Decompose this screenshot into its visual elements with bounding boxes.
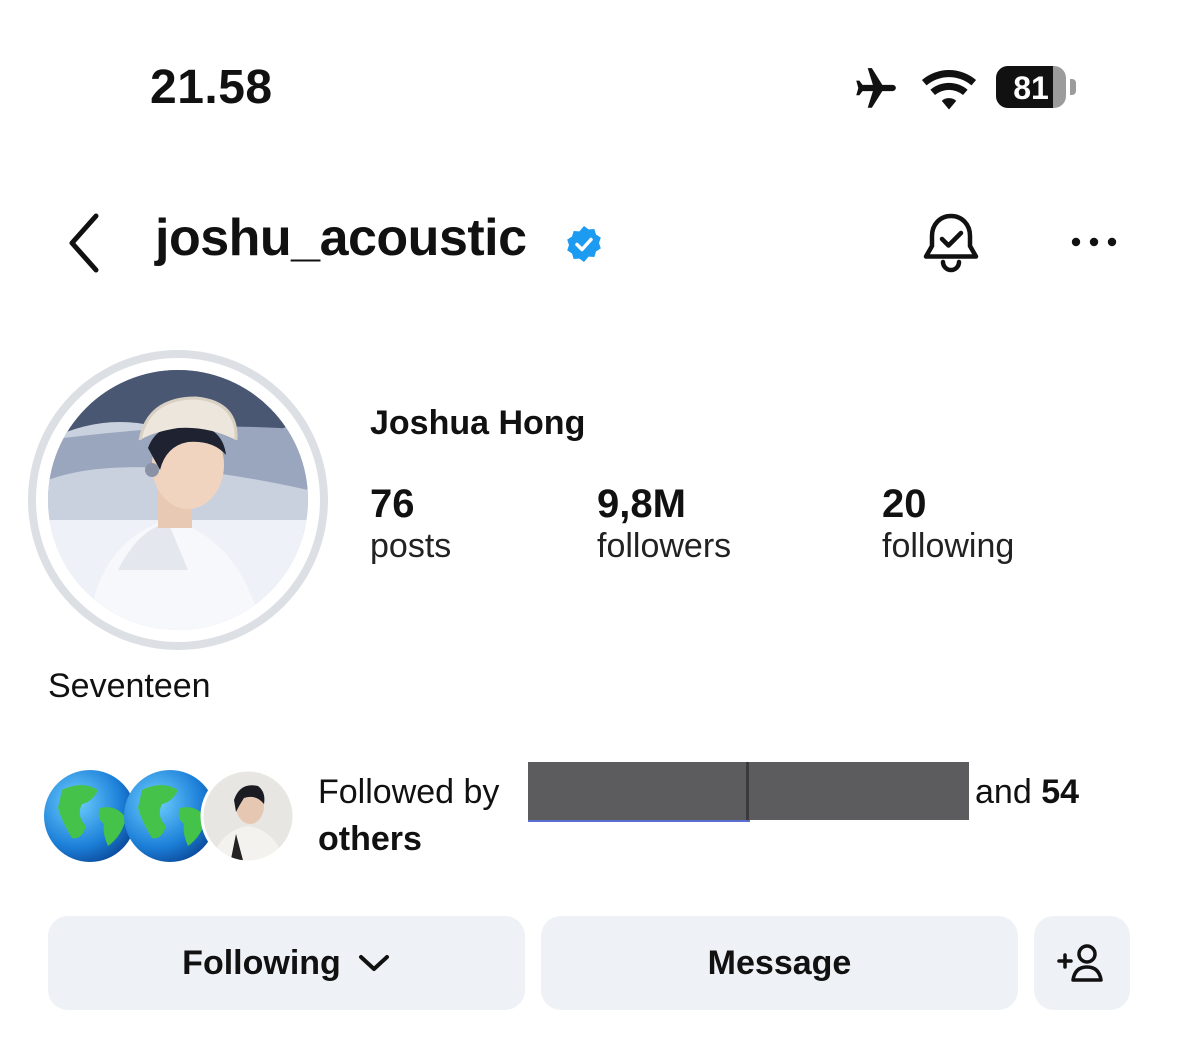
notification-bell-icon[interactable] — [916, 208, 986, 278]
followed-by-count: 54 — [1041, 773, 1080, 811]
verified-badge-icon — [567, 226, 601, 262]
followed-by-count-text[interactable]: and 54 — [975, 768, 1079, 816]
stat-followers-label: followers — [597, 527, 732, 565]
followed-by-text[interactable]: Followed by — [318, 768, 499, 816]
message-button-label: Message — [707, 943, 852, 982]
battery-cap — [1070, 79, 1076, 95]
following-button-label: Following — [182, 943, 341, 982]
avatar-photo — [48, 370, 308, 630]
message-button[interactable]: Message — [541, 916, 1018, 1010]
add-person-icon — [1057, 944, 1103, 982]
followed-by-and: and — [975, 773, 1032, 811]
profile-bio: Seventeen — [48, 667, 211, 705]
stat-following[interactable]: 20 following — [882, 482, 1014, 566]
airplane-icon — [856, 68, 896, 108]
following-button[interactable]: Following — [48, 916, 525, 1010]
stat-posts[interactable]: 76 posts — [370, 482, 451, 566]
stat-following-count: 20 — [882, 482, 927, 526]
add-person-button[interactable] — [1034, 916, 1130, 1010]
back-chevron-icon[interactable] — [62, 210, 106, 276]
followed-by-prefix: Followed by — [318, 773, 500, 811]
status-time: 21.58 — [150, 61, 273, 114]
followed-by-others[interactable]: others — [318, 815, 422, 863]
battery-level: 81 — [1013, 70, 1049, 106]
stat-following-label: following — [882, 527, 1015, 565]
stat-posts-count: 76 — [370, 482, 415, 526]
stat-posts-label: posts — [370, 527, 452, 565]
redacted-username — [528, 762, 750, 822]
profile-avatar[interactable] — [48, 370, 308, 630]
stat-followers-count: 9,8M — [597, 482, 686, 526]
follower-avatar — [200, 768, 296, 864]
more-options-icon[interactable] — [1068, 226, 1120, 258]
wifi-icon — [921, 70, 977, 110]
profile-username: joshu_acoustic — [155, 209, 527, 267]
battery-icon: 81 — [996, 66, 1066, 108]
stat-followers[interactable]: 9,8M followers — [597, 482, 731, 566]
chevron-down-icon — [358, 955, 389, 971]
profile-full-name: Joshua Hong — [370, 404, 586, 442]
redacted-username — [746, 762, 969, 820]
